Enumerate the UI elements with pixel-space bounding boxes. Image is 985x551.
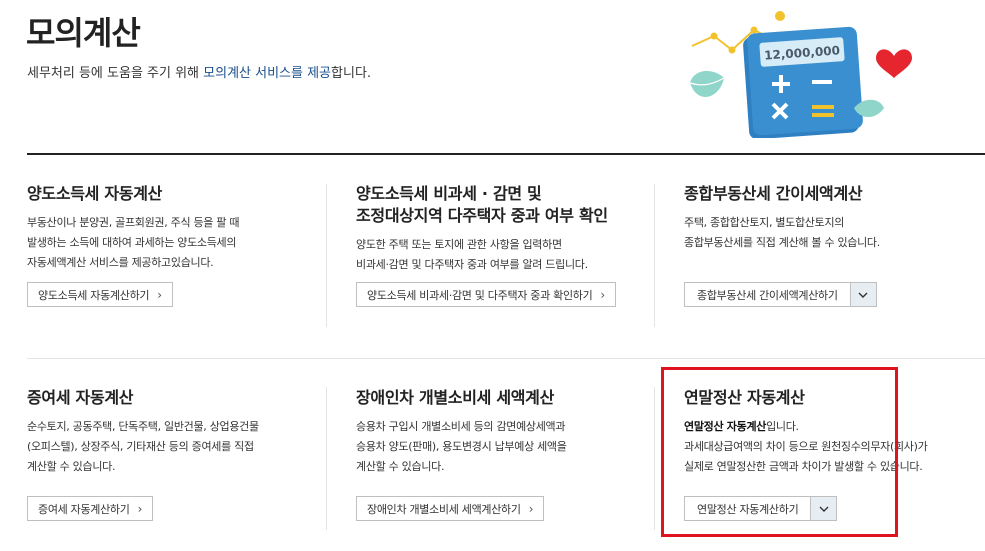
gift-tax-calc-button[interactable]: 증여세 자동계산하기 ›	[27, 496, 154, 521]
desc-highlight: 모의계산 서비스를 제공	[203, 66, 332, 81]
card-description: 부동산이나 분양권, 골프회원권, 주식 등을 팔 때 발생하는 소득에 대하여…	[27, 216, 240, 269]
card-title: 증여세 자동계산	[27, 388, 134, 407]
calculator-illustration: 12,000,000	[689, 11, 912, 138]
highlight-box	[661, 367, 898, 537]
card-title: 종합부동산세 간이세액계산	[684, 184, 863, 203]
card-comprehensive-property-tax: 종합부동산세 간이세액계산 주택, 종합합산토지, 별도합산토지의 종합부동산세…	[684, 183, 880, 253]
top-divider	[27, 153, 985, 155]
capital-gains-calc-button[interactable]: 양도소득세 자동계산하기 ›	[27, 282, 173, 307]
chevron-down-icon[interactable]	[849, 283, 876, 306]
calculator-icon: 12,000,000	[743, 26, 863, 138]
column-divider	[654, 387, 655, 530]
column-divider	[326, 387, 327, 530]
card-description: 양도한 주택 또는 토지에 관한 사항을 입력하면 비과세·감면 및 다주택자 …	[356, 238, 588, 271]
column-divider	[326, 184, 327, 327]
chevron-right-icon: ›	[157, 287, 162, 302]
tax-exemption-check-button[interactable]: 양도소득세 비과세·감면 및 다주택자 중과 확인하기 ›	[356, 282, 616, 307]
card-disabled-vehicle-tax: 장애인차 개별소비세 세액계산 승용차 구입시 개별소비세 등의 감면예상세액과…	[356, 387, 567, 477]
desc-suffix: 합니다.	[331, 66, 372, 81]
chevron-right-icon: ›	[137, 501, 143, 516]
property-tax-calc-button[interactable]: 종합부동산세 간이세액계산하기	[684, 282, 877, 307]
page-title: 모의계산	[26, 14, 141, 52]
card-description: 승용차 구입시 개별소비세 등의 감면예상세액과 승용차 양도(판매), 용도변…	[356, 420, 567, 473]
card-description: 주택, 종합합산토지, 별도합산토지의 종합부동산세를 직접 계산해 볼 수 있…	[684, 216, 880, 249]
vehicle-tax-calc-button[interactable]: 장애인차 개별소비세 세액계산하기 ›	[356, 496, 545, 521]
heart-icon	[876, 49, 912, 78]
card-title: 양도소득세 비과세 · 감면 및 조정대상지역 다주택자 중과 여부 확인	[356, 184, 608, 225]
card-capital-gains-tax: 양도소득세 자동계산 부동산이나 분양권, 골프회원권, 주식 등을 팔 때 발…	[27, 183, 239, 273]
card-title: 양도소득세 자동계산	[27, 184, 163, 203]
desc-prefix: 세무처리 등에 도움을 주기 위해	[27, 66, 204, 81]
card-gift-tax: 증여세 자동계산 순수토지, 공동주택, 단독주택, 일반건물, 상업용건물 (…	[27, 387, 259, 477]
page-description: 세무처리 등에 도움을 주기 위해 모의계산 서비스를 제공합니다.	[27, 62, 371, 81]
column-divider	[654, 184, 655, 327]
chevron-right-icon: ›	[528, 501, 534, 516]
row-divider	[27, 358, 985, 359]
card-description: 순수토지, 공동주택, 단독주택, 일반건물, 상업용건물 (오피스텔), 상장…	[27, 420, 259, 473]
chevron-right-icon: ›	[600, 287, 605, 302]
card-title: 장애인차 개별소비세 세액계산	[356, 388, 555, 407]
card-tax-exemption-check: 양도소득세 비과세 · 감면 및 조정대상지역 다주택자 중과 여부 확인 양도…	[356, 183, 608, 275]
